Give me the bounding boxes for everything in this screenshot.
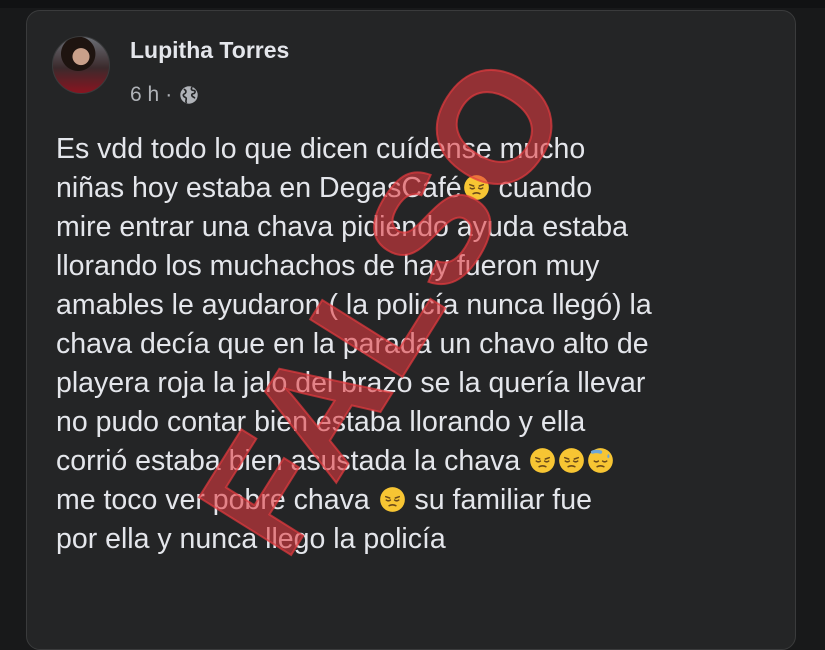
post-text-line: llorando los muchachos de hay fueron muy	[56, 250, 600, 282]
pensive-face-emoji	[559, 448, 585, 473]
post-text-line: mire entrar una chava pidiendo ayuda est…	[56, 211, 628, 243]
post-text-segment: niñas hoy estaba en DegasCafé	[56, 172, 462, 204]
post-text-segment: corrió estaba bien asustada la chava	[56, 445, 529, 477]
avatar[interactable]	[52, 36, 110, 94]
pensive-face-emoji	[379, 487, 405, 512]
post-meta: 6 h ·	[130, 83, 200, 107]
post-text-line: playera roja la jalo del brazo se la que…	[56, 367, 646, 399]
post-text: Es vdd todo lo que dicen cuídense mucho …	[56, 130, 786, 559]
post-author[interactable]: Lupitha Torres	[130, 37, 289, 64]
post-text-segment: me toco ver pobre chava	[56, 484, 378, 516]
top-strip	[0, 0, 825, 8]
post-card: Lupitha Torres 6 h · Es vdd todo lo que …	[26, 10, 796, 650]
post-text-segment: cuando	[490, 172, 593, 204]
post-text-line: amables le ayudaron ( la policía nunca l…	[56, 289, 652, 321]
post-text-line: corrió estaba bien asustada la chava	[56, 442, 786, 481]
sweat-face-emoji	[588, 448, 614, 473]
post-text-line: por ella y nunca llego la policía	[56, 523, 446, 555]
pensive-face-emoji	[530, 448, 556, 473]
post-text-line: niñas hoy estaba en DegasCafé cuando	[56, 169, 786, 208]
post-text-segment: su familiar fue	[406, 484, 592, 516]
post-text-line: me toco ver pobre chava su familiar fue	[56, 481, 786, 520]
globe-icon[interactable]	[178, 84, 200, 106]
post-timestamp[interactable]: 6 h	[130, 83, 159, 107]
post-text-line: chava decía que en la parada un chavo al…	[56, 328, 649, 360]
pensive-face-emoji	[463, 175, 489, 200]
meta-separator: ·	[165, 83, 173, 106]
post-text-line: Es vdd todo lo que dicen cuídense mucho	[56, 133, 586, 165]
post-text-line: no pudo contar bien estaba llorando y el…	[56, 406, 586, 438]
